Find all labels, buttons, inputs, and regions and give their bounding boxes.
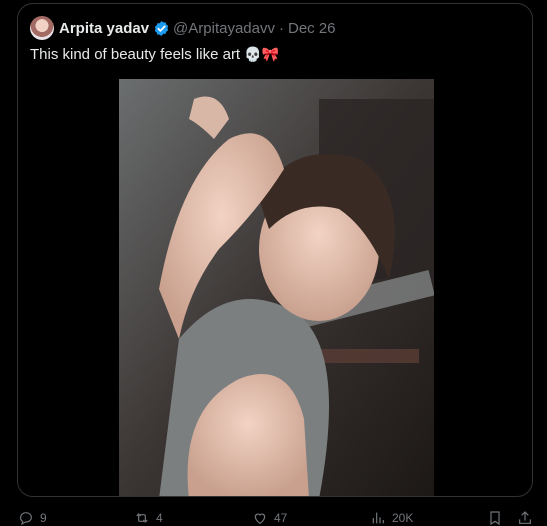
bookmark-icon bbox=[490, 511, 500, 526]
reply-count: 9 bbox=[40, 511, 47, 525]
tweet-card[interactable]: Arpita yadav @Arpitayadavv · Dec 26 This… bbox=[17, 3, 533, 497]
author-name[interactable]: Arpita yadav bbox=[59, 20, 149, 37]
tweet-emojis: 💀🎀 bbox=[244, 47, 280, 63]
heart-icon bbox=[254, 513, 266, 525]
views-count: 20K bbox=[392, 511, 414, 525]
share-icon bbox=[519, 511, 531, 524]
author-handle[interactable]: @Arpitayadavv bbox=[173, 20, 275, 37]
photo-placeholder bbox=[119, 79, 434, 496]
views-icon bbox=[372, 512, 384, 524]
share-button[interactable] bbox=[517, 510, 533, 526]
repost-button[interactable]: 4 bbox=[134, 510, 163, 526]
tweet-actions: 9 4 47 20K bbox=[0, 510, 547, 526]
like-count: 47 bbox=[274, 511, 288, 525]
like-button[interactable]: 47 bbox=[252, 510, 287, 526]
tweet-photo[interactable] bbox=[119, 79, 434, 496]
repost-count: 4 bbox=[156, 511, 163, 525]
tweet-header: Arpita yadav @Arpitayadavv · Dec 26 bbox=[30, 16, 336, 40]
avatar[interactable] bbox=[30, 16, 54, 40]
reply-icon bbox=[20, 512, 32, 526]
tweet-text: This kind of beauty feels like art 💀🎀 bbox=[30, 45, 279, 65]
views-button[interactable]: 20K bbox=[370, 510, 413, 526]
bookmark-button[interactable] bbox=[487, 510, 503, 526]
verified-badge-icon bbox=[153, 20, 170, 37]
reply-button[interactable]: 9 bbox=[18, 510, 47, 526]
repost-icon bbox=[136, 513, 148, 523]
separator-dot: · bbox=[279, 19, 284, 37]
tweet-date[interactable]: Dec 26 bbox=[288, 20, 336, 37]
tweet-text-content: This kind of beauty feels like art bbox=[30, 46, 241, 63]
